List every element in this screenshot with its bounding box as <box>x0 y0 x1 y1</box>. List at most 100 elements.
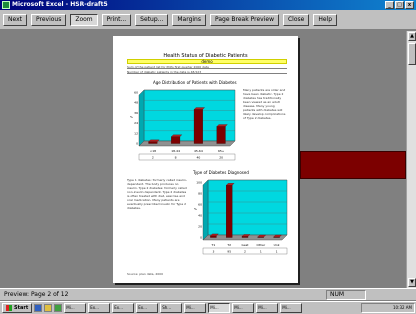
x-tick-label: T2 <box>226 243 231 247</box>
close-window-button[interactable]: x <box>405 1 414 9</box>
y-tick-label: 12 <box>134 131 138 135</box>
data-label: 3 <box>212 250 214 254</box>
data-label: 40 <box>196 156 200 160</box>
plot-wall <box>207 179 288 236</box>
red-highlight-box <box>300 151 406 179</box>
data-label: 95 <box>227 250 231 254</box>
y-axis-label: % <box>194 207 197 211</box>
quicklaunch-app-icon[interactable] <box>54 304 63 312</box>
x-tick-label: <18 <box>150 149 156 153</box>
previous-button[interactable]: Previous <box>30 14 67 26</box>
y-tick-label: 0 <box>200 236 202 240</box>
preview-page[interactable]: Health Status of Diabetic Patients demo … <box>113 36 298 283</box>
page-note: Number of diabetic patients in the data … <box>127 71 287 74</box>
x-tick-label: T1 <box>211 243 216 247</box>
taskbar-item[interactable]: Mi... <box>208 303 231 313</box>
x-tick-label: 45-64 <box>194 149 203 153</box>
bar <box>193 109 203 144</box>
margins-button[interactable]: Margins <box>172 14 206 26</box>
chart1-title: Age Distribution of Patients with Diabet… <box>153 80 237 85</box>
chart1-side-text: Many patients are older and have been di… <box>243 88 286 120</box>
excel-icon <box>2 1 10 9</box>
minimize-button[interactable]: _ <box>385 1 394 9</box>
bar-top <box>216 124 228 127</box>
taskbar-item[interactable]: Mi... <box>280 303 303 313</box>
chart2-plot: 0 20 40 60 80 100% T1 T2 Gest Other Unk 3 95 2 1 1 <box>194 179 288 255</box>
quicklaunch-browser-icon[interactable] <box>34 304 43 312</box>
x-tick-label: Gest <box>242 243 250 247</box>
page-break-preview-button[interactable]: Page Break Preview <box>209 14 279 26</box>
bar-top <box>171 134 183 137</box>
y-tick-label: 20 <box>198 225 202 229</box>
chart2-side-text: Type 1 diabetes: formerly called insulin… <box>127 178 187 210</box>
bar-top <box>193 107 205 110</box>
taskbar-item[interactable]: Mi... <box>256 303 279 313</box>
taskbar-item[interactable]: Mi... <box>64 303 87 313</box>
quicklaunch-folder-icon[interactable] <box>44 304 53 312</box>
bar <box>216 126 226 144</box>
bar <box>210 235 217 238</box>
clock: 10:32 AM <box>393 305 412 310</box>
close-button[interactable]: Close <box>282 14 310 26</box>
y-tick-label: 80 <box>198 192 202 196</box>
bar <box>241 236 249 238</box>
status-text: Preview: Page 2 of 12 <box>4 291 69 298</box>
start-label: Start <box>14 305 29 311</box>
title-bar: Microsoft Excel - HSR-draft5 _ □ x <box>0 0 416 10</box>
y-tick-label: 0 <box>136 142 138 146</box>
start-button[interactable]: Start <box>2 303 33 313</box>
bar <box>226 185 233 238</box>
plot-side-wall <box>138 89 145 147</box>
scroll-down-icon[interactable]: ▼ <box>408 278 416 287</box>
data-label: 2 <box>244 250 246 254</box>
status-bar: Preview: Page 2 of 12 NUM <box>0 288 416 300</box>
windows-logo-icon <box>6 305 12 311</box>
taskbar-item[interactable]: Ex... <box>112 303 135 313</box>
data-label: 20 <box>219 156 223 160</box>
window-title: Microsoft Excel - HSR-draft5 <box>12 1 108 8</box>
taskbar-item[interactable]: Mi... <box>232 303 255 313</box>
data-label: 1 <box>276 250 278 254</box>
x-tick-label: Unk <box>274 243 280 247</box>
bar <box>171 136 181 144</box>
taskbar-item[interactable]: Mi... <box>184 303 207 313</box>
taskbar-item[interactable]: Ex... <box>88 303 111 313</box>
y-tick-label: 40 <box>198 214 202 218</box>
print-button[interactable]: Print... <box>101 14 132 26</box>
x-tick-label: Other <box>257 243 266 247</box>
page-subtitle: demo <box>127 59 287 64</box>
scroll-up-icon[interactable]: ▲ <box>408 32 416 41</box>
data-label: 1 <box>260 250 262 254</box>
bar-top <box>148 139 160 142</box>
plot-side-wall <box>202 179 209 241</box>
page-note: Sum of the patient list for PCPs first q… <box>127 66 287 69</box>
scroll-thumb[interactable] <box>408 43 416 65</box>
y-tick-label: 48 <box>134 101 138 105</box>
vertical-scrollbar[interactable]: ▲ ▼ <box>406 31 416 288</box>
y-tick-label: 60 <box>134 91 138 95</box>
chart1-plot: 0 12 24 36 48 60% <18 18-44 45-64 65+ 2 8 40 20 <box>130 89 236 161</box>
x-tick-label: 18-44 <box>171 149 180 153</box>
taskbar-item[interactable]: Ex... <box>136 303 159 313</box>
num-lock-indicator: NUM <box>326 290 366 300</box>
y-tick-label: 60 <box>198 203 202 207</box>
zoom-button[interactable]: Zoom <box>70 14 98 26</box>
maximize-button[interactable]: □ <box>395 1 404 9</box>
x-tick-label: 65+ <box>218 149 225 153</box>
taskbar-item[interactable]: Sh... <box>160 303 183 313</box>
y-axis-label: % <box>130 115 133 119</box>
setup-button[interactable]: Setup... <box>135 14 169 26</box>
data-label: 2 <box>152 156 154 160</box>
help-button[interactable]: Help <box>313 14 338 26</box>
y-tick-label: 24 <box>134 121 138 125</box>
taskbar: Start Mi... Ex... Ex... Ex... Sh... Mi... Mi..… <box>0 301 416 314</box>
next-button[interactable]: Next <box>3 14 27 26</box>
page-footer: Source: plan data, 2000 <box>127 272 163 276</box>
y-tick-label: 36 <box>134 111 138 115</box>
system-tray: 10:32 AM <box>361 303 415 313</box>
y-tick-label: 100 <box>196 181 202 185</box>
data-label: 8 <box>175 156 177 160</box>
chart2-title: Type of Diabetes Diagnosed <box>193 170 249 175</box>
bar <box>148 141 158 144</box>
print-preview-toolbar: Next Previous Zoom Print... Setup... Mar… <box>0 10 416 30</box>
